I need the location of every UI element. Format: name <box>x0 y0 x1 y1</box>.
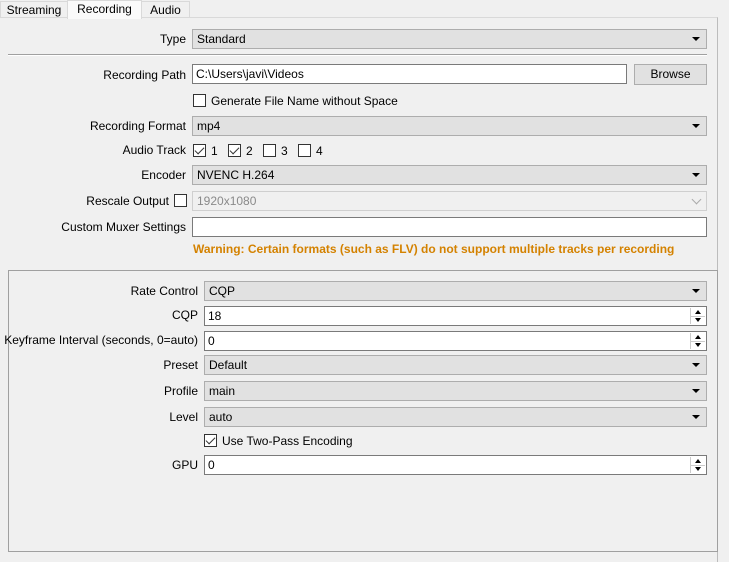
profile-select[interactable]: main <box>204 381 707 401</box>
generate-no-space-checkbox[interactable] <box>193 94 206 107</box>
rescale-output-label: Rescale Output <box>86 194 169 208</box>
audio-track-2-checkbox[interactable] <box>228 144 241 157</box>
type-value: Standard <box>197 32 246 46</box>
chevron-down-icon <box>692 289 700 293</box>
rate-control-value: CQP <box>209 284 236 298</box>
recording-format-select[interactable]: mp4 <box>192 116 707 136</box>
audio-track-1-checkbox[interactable] <box>193 144 206 157</box>
two-pass-checkbox[interactable] <box>204 434 217 447</box>
gpu-value: 0 <box>208 458 215 472</box>
recording-path-input[interactable]: C:\Users\javi\Videos <box>192 64 627 84</box>
audio-track-1-label: 1 <box>211 144 218 158</box>
gpu-spinbox[interactable]: 0 <box>204 455 707 475</box>
cqp-spinbox[interactable]: 18 <box>204 306 707 326</box>
audio-track-label: Audio Track <box>122 143 186 157</box>
cqp-value: 18 <box>208 309 222 323</box>
profile-value: main <box>209 384 236 398</box>
rescale-resolution-select: 1920x1080 <box>192 191 707 211</box>
warning-text: Warning: Certain formats (such as FLV) d… <box>193 242 675 256</box>
chevron-down-icon <box>692 389 700 393</box>
level-select[interactable]: auto <box>204 407 707 427</box>
rescale-resolution-value: 1920x1080 <box>197 194 257 208</box>
profile-label: Profile <box>163 384 198 398</box>
tab-recording[interactable]: Recording <box>67 0 142 19</box>
gpu-label: GPU <box>171 458 198 472</box>
chevron-down-icon <box>691 194 702 205</box>
preset-select[interactable]: Default <box>204 355 707 375</box>
recording-path-label: Recording Path <box>103 68 186 82</box>
preset-label: Preset <box>163 358 198 372</box>
keyframe-interval-value: 0 <box>208 334 215 348</box>
encoder-label: Encoder <box>141 168 186 182</box>
chevron-down-icon <box>692 173 700 177</box>
spin-arrows-icon[interactable] <box>690 457 705 473</box>
level-value: auto <box>209 410 233 424</box>
custom-muxer-input[interactable] <box>192 217 707 237</box>
two-pass-label: Use Two-Pass Encoding <box>222 434 353 448</box>
audio-track-3-label: 3 <box>281 144 288 158</box>
level-label: Level <box>169 410 198 424</box>
chevron-down-icon <box>692 363 700 367</box>
rate-control-label: Rate Control <box>130 284 198 298</box>
chevron-down-icon <box>692 37 700 41</box>
keyframe-interval-label: Keyframe Interval (seconds, 0=auto) <box>4 333 198 347</box>
browse-button[interactable]: Browse <box>634 64 707 85</box>
encoder-value: NVENC H.264 <box>197 168 275 182</box>
keyframe-interval-spinbox[interactable]: 0 <box>204 331 707 351</box>
recording-format-label: Recording Format <box>89 119 186 133</box>
chevron-down-icon <box>692 124 700 128</box>
audio-track-4-checkbox[interactable] <box>298 144 311 157</box>
rescale-output-checkbox[interactable] <box>174 194 187 207</box>
encoder-select[interactable]: NVENC H.264 <box>192 165 707 185</box>
chevron-down-icon <box>692 415 700 419</box>
custom-muxer-label: Custom Muxer Settings <box>61 220 186 234</box>
audio-track-3-checkbox[interactable] <box>263 144 276 157</box>
cqp-label: CQP <box>171 308 198 322</box>
tab-bar: Streaming Recording Audio <box>0 0 729 19</box>
spin-arrows-icon[interactable] <box>690 333 705 349</box>
spin-arrows-icon[interactable] <box>690 308 705 324</box>
type-label: Type <box>159 32 186 46</box>
audio-track-2-label: 2 <box>246 144 253 158</box>
type-select[interactable]: Standard <box>192 29 707 49</box>
audio-track-4-label: 4 <box>316 144 323 158</box>
recording-format-value: mp4 <box>197 119 221 133</box>
generate-no-space-label: Generate File Name without Space <box>211 94 398 108</box>
tab-audio[interactable]: Audio <box>141 1 190 18</box>
preset-value: Default <box>209 358 248 372</box>
tab-streaming[interactable]: Streaming <box>0 1 68 18</box>
separator <box>8 54 707 56</box>
rate-control-select[interactable]: CQP <box>204 281 707 301</box>
